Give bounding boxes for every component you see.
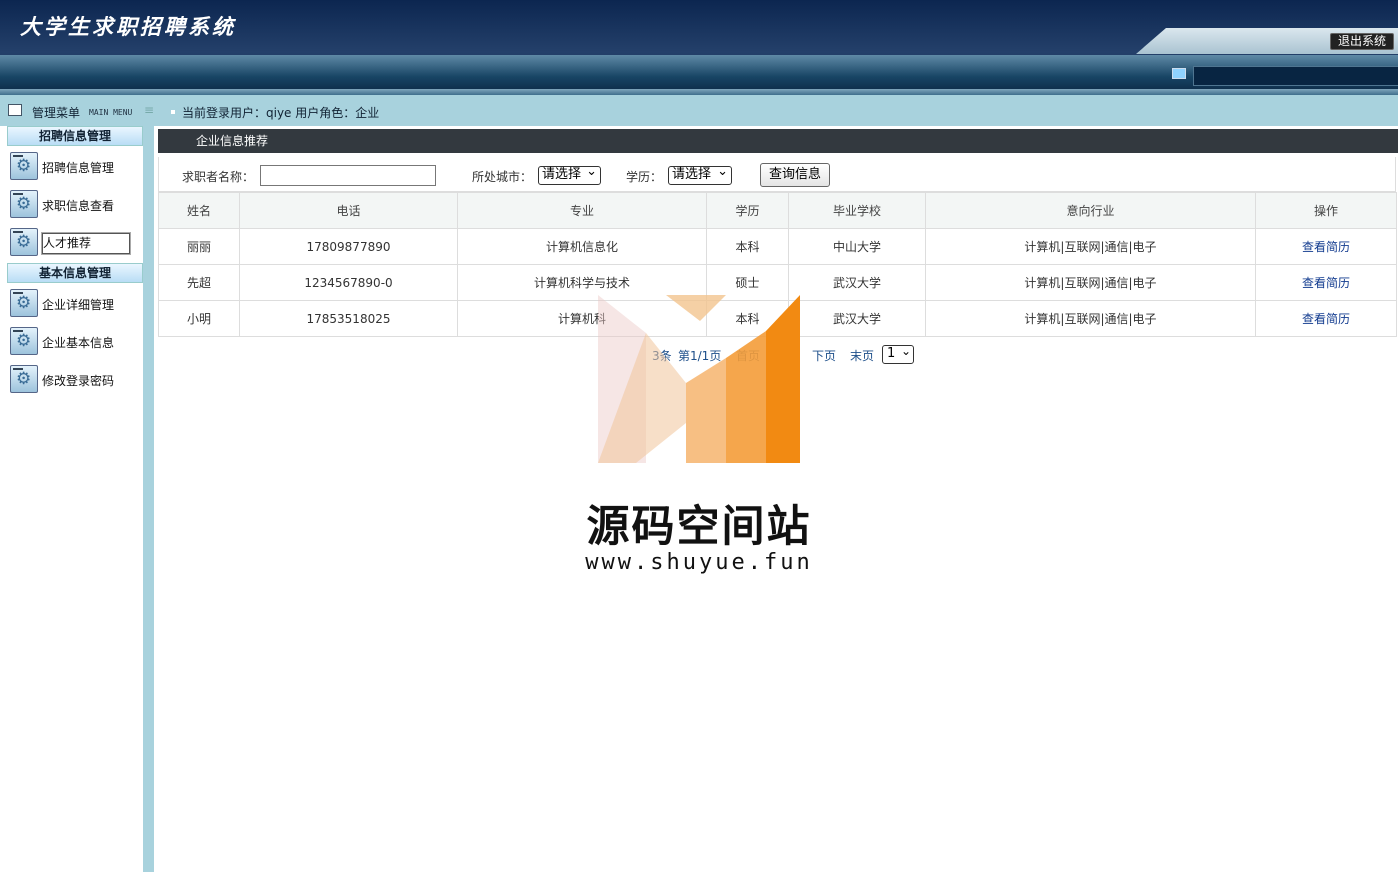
- cell-edu: 本科: [706, 300, 789, 337]
- menu-title: 管理菜单: [32, 106, 81, 120]
- screen-icon: [1172, 68, 1186, 79]
- edu-label: 学历：: [626, 170, 663, 184]
- app-title: 大学生求职招聘系统: [20, 14, 236, 39]
- city-label: 所处城市：: [472, 170, 533, 184]
- cell-industry: 计算机|互联网|通信|电子: [925, 228, 1256, 265]
- column-header: 毕业学校: [788, 192, 926, 229]
- sidebar-item-label[interactable]: 企业基本信息: [42, 334, 114, 351]
- menu-icon: [8, 104, 22, 116]
- cell-phone: 17809877890: [239, 228, 458, 265]
- nav-field: [1193, 66, 1398, 86]
- search-bar: 求职者名称： 所处城市： 请选择 学历： 请选择 查询信息: [158, 157, 1396, 192]
- city-select[interactable]: 请选择: [538, 164, 601, 185]
- nav-strip: [0, 55, 1398, 91]
- page-indicator: 第1/1页: [678, 349, 722, 363]
- gear-icon: [10, 289, 38, 317]
- edu-select[interactable]: 请选择: [668, 164, 732, 185]
- first-page-link[interactable]: 首页: [736, 347, 760, 364]
- cell-name: 小明: [158, 300, 240, 337]
- gear-icon: [10, 228, 38, 256]
- column-header: 学历: [706, 192, 789, 229]
- column-header: 电话: [239, 192, 458, 229]
- logout-button[interactable]: 退出系统: [1329, 33, 1394, 50]
- bullet-icon: [171, 110, 175, 114]
- cell-school: 武汉大学: [788, 264, 926, 301]
- page-select[interactable]: 1: [882, 343, 914, 364]
- last-page-link[interactable]: 末页: [850, 347, 874, 364]
- sidebar-item-change-password[interactable]: 修改登录密码: [10, 365, 143, 395]
- sidebar-item-company-basic[interactable]: 企业基本信息: [10, 327, 143, 357]
- column-header: 专业: [457, 192, 707, 229]
- cell-action: 查看简历: [1255, 228, 1397, 265]
- cell-industry: 计算机|互联网|通信|电子: [925, 300, 1256, 337]
- cell-action: 查看简历: [1255, 264, 1397, 301]
- gear-icon: [10, 327, 38, 355]
- cell-name: 先超: [158, 264, 240, 301]
- sidebar-item-label[interactable]: 人才推荐: [41, 232, 131, 255]
- header-bar: 大学生求职招聘系统 退出系统: [0, 0, 1398, 95]
- cell-name: 丽丽: [158, 228, 240, 265]
- panel-title: 企业信息推荐: [158, 129, 1398, 153]
- current-user-info: 当前登录用户：qiye 用户角色：企业: [182, 106, 380, 120]
- column-header: 姓名: [158, 192, 240, 229]
- record-count: 3条: [652, 349, 672, 363]
- view-resume-link[interactable]: 查看简历: [1302, 276, 1350, 290]
- sidebar-item-talent-recommend[interactable]: 人才推荐: [10, 228, 143, 258]
- query-button[interactable]: 查询信息: [760, 163, 830, 187]
- sidebar-item-recruit-manage[interactable]: 招聘信息管理: [10, 152, 143, 182]
- cell-school: 武汉大学: [788, 300, 926, 337]
- sidebar-item-label[interactable]: 企业详细管理: [42, 296, 114, 313]
- gear-icon: [10, 365, 38, 393]
- name-search-input[interactable]: [260, 165, 436, 186]
- sidebar-item-label[interactable]: 求职信息查看: [42, 197, 114, 214]
- cell-phone: 17853518025: [239, 300, 458, 337]
- table-header-row: 姓名 电话 专业 学历 毕业学校 意向行业 操作: [158, 192, 1397, 229]
- cell-major: 计算机科: [457, 300, 707, 337]
- menu-subtitle: MAIN MENU: [89, 108, 133, 117]
- view-resume-link[interactable]: 查看简历: [1302, 312, 1350, 326]
- watermark-text: 源码空间站: [586, 502, 812, 552]
- name-label: 求职者名称：: [182, 170, 255, 184]
- gear-icon: [10, 190, 38, 218]
- sidebar-item-job-view[interactable]: 求职信息查看: [10, 190, 143, 220]
- table-row: 丽丽 17809877890 计算机信息化 本科 中山大学 计算机|互联网|通信…: [158, 228, 1397, 265]
- sidebar-item-label[interactable]: 修改登录密码: [42, 372, 114, 389]
- gear-icon: [10, 152, 38, 180]
- cell-industry: 计算机|互联网|通信|电子: [925, 264, 1256, 301]
- cell-edu: 本科: [706, 228, 789, 265]
- table-row: 先超 1234567890-0 计算机科学与技术 硕士 武汉大学 计算机|互联网…: [158, 264, 1397, 301]
- column-header: 操作: [1255, 192, 1397, 229]
- cell-school: 中山大学: [788, 228, 926, 265]
- sidebar-group-recruit[interactable]: 招聘信息管理: [7, 126, 143, 146]
- watermark-url: www.shuyue.fun: [585, 550, 813, 575]
- sidebar-border: [143, 126, 154, 872]
- cell-phone: 1234567890-0: [239, 264, 458, 301]
- table-row: 小明 17853518025 计算机科 本科 武汉大学 计算机|互联网|通信|电…: [158, 300, 1397, 337]
- cell-major: 计算机信息化: [457, 228, 707, 265]
- talent-table: 姓名 电话 专业 学历 毕业学校 意向行业 操作 丽丽 17809877890 …: [158, 192, 1397, 337]
- pagination: 3条 第1/1页 首页 下页 末页 1: [158, 343, 1396, 365]
- sidebar-item-label[interactable]: 招聘信息管理: [42, 159, 114, 176]
- cell-major: 计算机科学与技术: [457, 264, 707, 301]
- sidebar-group-basic[interactable]: 基本信息管理: [7, 263, 143, 283]
- cell-edu: 硕士: [706, 264, 789, 301]
- sidebar-item-company-detail[interactable]: 企业详细管理: [10, 289, 143, 319]
- view-resume-link[interactable]: 查看简历: [1302, 240, 1350, 254]
- cell-action: 查看简历: [1255, 300, 1397, 337]
- next-page-link[interactable]: 下页: [812, 347, 836, 364]
- collapse-icon[interactable]: ≡: [144, 104, 154, 116]
- column-header: 意向行业: [925, 192, 1256, 229]
